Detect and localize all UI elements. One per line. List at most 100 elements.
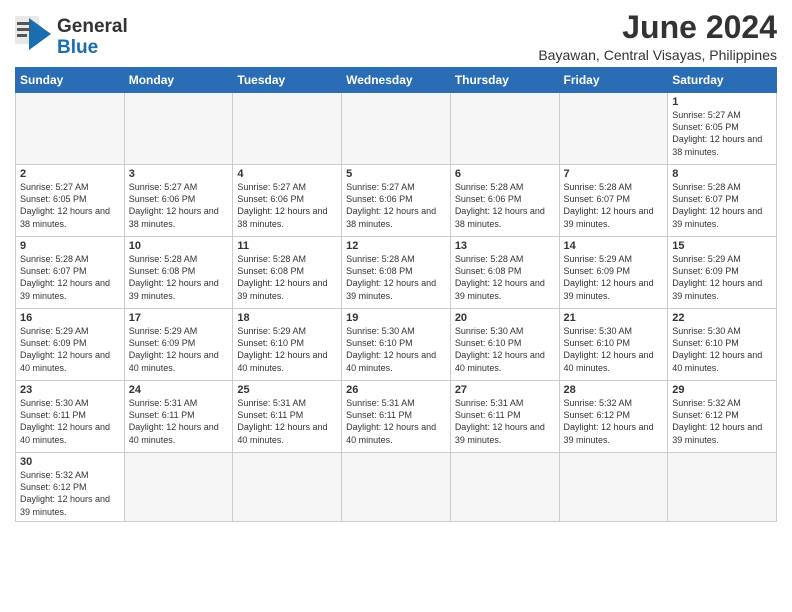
day-number: 3: [129, 168, 229, 180]
title-area: June 2024 Bayawan, Central Visayas, Phil…: [538, 10, 777, 63]
subtitle: Bayawan, Central Visayas, Philippines: [538, 47, 777, 63]
weekday-header-sunday: Sunday: [16, 68, 125, 93]
calendar-cell: 20Sunrise: 5:30 AM Sunset: 6:10 PM Dayli…: [450, 309, 559, 381]
cell-info: Sunrise: 5:30 AM Sunset: 6:10 PM Dayligh…: [672, 325, 772, 374]
calendar-cell: 28Sunrise: 5:32 AM Sunset: 6:12 PM Dayli…: [559, 381, 668, 453]
cell-info: Sunrise: 5:31 AM Sunset: 6:11 PM Dayligh…: [237, 397, 337, 446]
day-number: 15: [672, 240, 772, 252]
calendar-cell: 9Sunrise: 5:28 AM Sunset: 6:07 PM Daylig…: [16, 237, 125, 309]
day-number: 26: [346, 384, 446, 396]
calendar-cell: 21Sunrise: 5:30 AM Sunset: 6:10 PM Dayli…: [559, 309, 668, 381]
day-number: 14: [564, 240, 664, 252]
calendar-row-1: 2Sunrise: 5:27 AM Sunset: 6:05 PM Daylig…: [16, 165, 777, 237]
cell-info: Sunrise: 5:28 AM Sunset: 6:08 PM Dayligh…: [129, 253, 229, 302]
calendar-cell: [668, 453, 777, 522]
weekday-header-friday: Friday: [559, 68, 668, 93]
calendar-cell: 19Sunrise: 5:30 AM Sunset: 6:10 PM Dayli…: [342, 309, 451, 381]
day-number: 16: [20, 312, 120, 324]
calendar-row-3: 16Sunrise: 5:29 AM Sunset: 6:09 PM Dayli…: [16, 309, 777, 381]
calendar-cell: 5Sunrise: 5:27 AM Sunset: 6:06 PM Daylig…: [342, 165, 451, 237]
cell-info: Sunrise: 5:32 AM Sunset: 6:12 PM Dayligh…: [20, 469, 120, 518]
day-number: 22: [672, 312, 772, 324]
logo-text-general: General: [57, 17, 128, 38]
calendar-cell: 24Sunrise: 5:31 AM Sunset: 6:11 PM Dayli…: [124, 381, 233, 453]
calendar-row-2: 9Sunrise: 5:28 AM Sunset: 6:07 PM Daylig…: [16, 237, 777, 309]
day-number: 4: [237, 168, 337, 180]
day-number: 24: [129, 384, 229, 396]
day-number: 25: [237, 384, 337, 396]
weekday-header-wednesday: Wednesday: [342, 68, 451, 93]
calendar-cell: [16, 93, 125, 165]
calendar-row-4: 23Sunrise: 5:30 AM Sunset: 6:11 PM Dayli…: [16, 381, 777, 453]
calendar-cell: 25Sunrise: 5:31 AM Sunset: 6:11 PM Dayli…: [233, 381, 342, 453]
calendar-cell: 23Sunrise: 5:30 AM Sunset: 6:11 PM Dayli…: [16, 381, 125, 453]
cell-info: Sunrise: 5:28 AM Sunset: 6:07 PM Dayligh…: [20, 253, 120, 302]
calendar-cell: [559, 453, 668, 522]
cell-info: Sunrise: 5:30 AM Sunset: 6:11 PM Dayligh…: [20, 397, 120, 446]
calendar-cell: 8Sunrise: 5:28 AM Sunset: 6:07 PM Daylig…: [668, 165, 777, 237]
logo-icon: [15, 16, 53, 54]
cell-info: Sunrise: 5:31 AM Sunset: 6:11 PM Dayligh…: [455, 397, 555, 446]
day-number: 19: [346, 312, 446, 324]
day-number: 1: [672, 96, 772, 108]
calendar-cell: 26Sunrise: 5:31 AM Sunset: 6:11 PM Dayli…: [342, 381, 451, 453]
weekday-header-monday: Monday: [124, 68, 233, 93]
calendar-cell: 10Sunrise: 5:28 AM Sunset: 6:08 PM Dayli…: [124, 237, 233, 309]
cell-info: Sunrise: 5:31 AM Sunset: 6:11 PM Dayligh…: [129, 397, 229, 446]
cell-info: Sunrise: 5:27 AM Sunset: 6:05 PM Dayligh…: [20, 181, 120, 230]
logo-text-blue: Blue: [57, 38, 128, 59]
calendar-cell: 12Sunrise: 5:28 AM Sunset: 6:08 PM Dayli…: [342, 237, 451, 309]
cell-info: Sunrise: 5:30 AM Sunset: 6:10 PM Dayligh…: [455, 325, 555, 374]
day-number: 10: [129, 240, 229, 252]
calendar-cell: [124, 93, 233, 165]
cell-info: Sunrise: 5:28 AM Sunset: 6:08 PM Dayligh…: [455, 253, 555, 302]
calendar-cell: [450, 93, 559, 165]
day-number: 23: [20, 384, 120, 396]
calendar-cell: 14Sunrise: 5:29 AM Sunset: 6:09 PM Dayli…: [559, 237, 668, 309]
day-number: 2: [20, 168, 120, 180]
day-number: 20: [455, 312, 555, 324]
cell-info: Sunrise: 5:29 AM Sunset: 6:09 PM Dayligh…: [564, 253, 664, 302]
day-number: 17: [129, 312, 229, 324]
calendar-cell: [342, 93, 451, 165]
day-number: 6: [455, 168, 555, 180]
calendar-cell: 22Sunrise: 5:30 AM Sunset: 6:10 PM Dayli…: [668, 309, 777, 381]
cell-info: Sunrise: 5:27 AM Sunset: 6:06 PM Dayligh…: [129, 181, 229, 230]
cell-info: Sunrise: 5:31 AM Sunset: 6:11 PM Dayligh…: [346, 397, 446, 446]
calendar-cell: 30Sunrise: 5:32 AM Sunset: 6:12 PM Dayli…: [16, 453, 125, 522]
day-number: 5: [346, 168, 446, 180]
calendar-cell: [124, 453, 233, 522]
calendar-cell: 27Sunrise: 5:31 AM Sunset: 6:11 PM Dayli…: [450, 381, 559, 453]
day-number: 13: [455, 240, 555, 252]
cell-info: Sunrise: 5:28 AM Sunset: 6:08 PM Dayligh…: [237, 253, 337, 302]
calendar-cell: 16Sunrise: 5:29 AM Sunset: 6:09 PM Dayli…: [16, 309, 125, 381]
weekday-header-row: SundayMondayTuesdayWednesdayThursdayFrid…: [16, 68, 777, 93]
cell-info: Sunrise: 5:28 AM Sunset: 6:07 PM Dayligh…: [564, 181, 664, 230]
day-number: 21: [564, 312, 664, 324]
calendar-cell: 11Sunrise: 5:28 AM Sunset: 6:08 PM Dayli…: [233, 237, 342, 309]
cell-info: Sunrise: 5:29 AM Sunset: 6:09 PM Dayligh…: [129, 325, 229, 374]
weekday-header-tuesday: Tuesday: [233, 68, 342, 93]
day-number: 8: [672, 168, 772, 180]
calendar-cell: 18Sunrise: 5:29 AM Sunset: 6:10 PM Dayli…: [233, 309, 342, 381]
calendar-cell: 29Sunrise: 5:32 AM Sunset: 6:12 PM Dayli…: [668, 381, 777, 453]
cell-info: Sunrise: 5:32 AM Sunset: 6:12 PM Dayligh…: [672, 397, 772, 446]
day-number: 28: [564, 384, 664, 396]
day-number: 9: [20, 240, 120, 252]
cell-info: Sunrise: 5:30 AM Sunset: 6:10 PM Dayligh…: [564, 325, 664, 374]
calendar-cell: 7Sunrise: 5:28 AM Sunset: 6:07 PM Daylig…: [559, 165, 668, 237]
calendar-cell: 3Sunrise: 5:27 AM Sunset: 6:06 PM Daylig…: [124, 165, 233, 237]
calendar-cell: 17Sunrise: 5:29 AM Sunset: 6:09 PM Dayli…: [124, 309, 233, 381]
cell-info: Sunrise: 5:29 AM Sunset: 6:09 PM Dayligh…: [672, 253, 772, 302]
cell-info: Sunrise: 5:29 AM Sunset: 6:09 PM Dayligh…: [20, 325, 120, 374]
cell-info: Sunrise: 5:30 AM Sunset: 6:10 PM Dayligh…: [346, 325, 446, 374]
calendar-cell: [342, 453, 451, 522]
cell-info: Sunrise: 5:32 AM Sunset: 6:12 PM Dayligh…: [564, 397, 664, 446]
calendar-row-0: 1Sunrise: 5:27 AM Sunset: 6:05 PM Daylig…: [16, 93, 777, 165]
calendar-cell: 1Sunrise: 5:27 AM Sunset: 6:05 PM Daylig…: [668, 93, 777, 165]
cell-info: Sunrise: 5:27 AM Sunset: 6:06 PM Dayligh…: [237, 181, 337, 230]
weekday-header-saturday: Saturday: [668, 68, 777, 93]
calendar-cell: [233, 93, 342, 165]
day-number: 30: [20, 456, 120, 468]
cell-info: Sunrise: 5:27 AM Sunset: 6:05 PM Dayligh…: [672, 109, 772, 158]
